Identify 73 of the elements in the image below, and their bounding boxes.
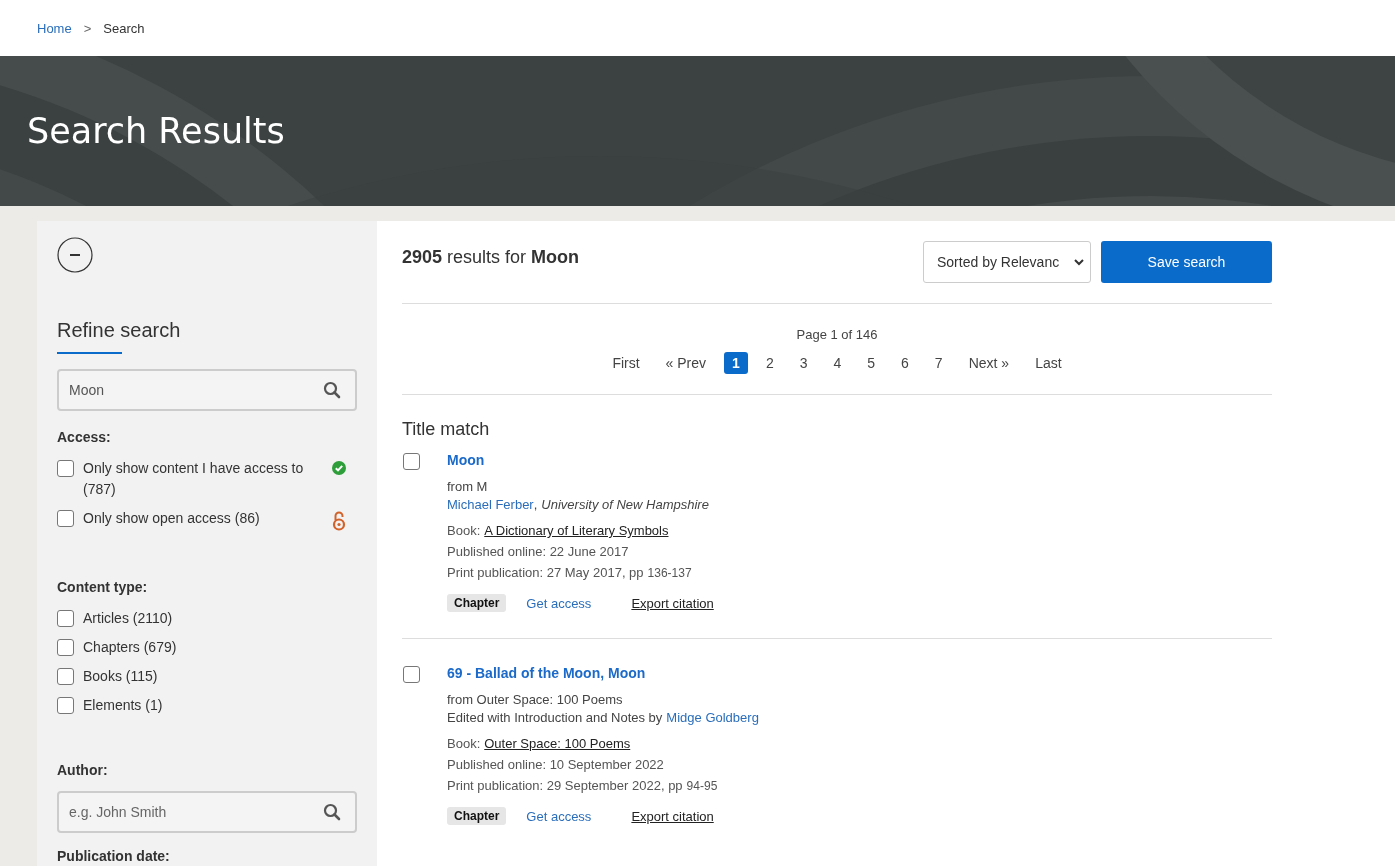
sidebar-heading: Refine search — [57, 319, 182, 342]
filter-label: Only show open access (86) — [83, 509, 261, 528]
section-heading: Title match — [402, 419, 491, 440]
open-lock-icon — [332, 511, 346, 531]
comma-text: , — [533, 496, 538, 514]
breadcrumb-separator: > — [83, 20, 92, 36]
author-link[interactable]: Michael Ferber — [447, 496, 534, 514]
pagination-link[interactable]: Last — [1027, 352, 1070, 374]
filter-label: Chapters (679) — [83, 638, 178, 657]
checkbox[interactable] — [57, 639, 74, 656]
filter-label: Elements (1) — [83, 696, 164, 715]
pagination-link[interactable]: 7 — [926, 352, 951, 374]
filter-label: Only show content I have access to (787) — [83, 459, 305, 499]
source-text: from Outer Space: 100 Poems — [447, 691, 624, 709]
export-citation-link[interactable]: Export citation — [631, 595, 714, 611]
pagination-link[interactable]: Next » — [960, 352, 1018, 374]
checkbox[interactable] — [57, 610, 74, 627]
checkbox[interactable] — [57, 668, 74, 685]
search-icon — [323, 381, 341, 399]
result-title-link[interactable]: Moon — [447, 452, 714, 468]
credit-text: Edited with Introduction and Notes by — [447, 709, 663, 727]
content-type-tag: Chapter — [447, 594, 507, 612]
pagination-link[interactable]: « Prev — [657, 352, 715, 374]
search-icon — [323, 803, 341, 821]
results-summary: 2905 results for Moon — [402, 247, 581, 268]
book-label: Book: — [447, 522, 481, 540]
get-access-link[interactable]: Get access — [526, 595, 592, 611]
book-label: Book: — [447, 735, 481, 753]
filter-label: Books (115) — [83, 667, 159, 686]
pagination-link[interactable]: 2 — [757, 352, 782, 374]
page-info: Page 1 of 146 — [795, 327, 879, 342]
export-citation-link[interactable]: Export citation — [631, 808, 714, 824]
pagination-link[interactable]: 6 — [893, 352, 917, 374]
get-access-link[interactable]: Get access — [526, 808, 592, 824]
pagination-link[interactable]: First — [604, 352, 648, 374]
breadcrumb-current: Search — [103, 20, 145, 36]
breadcrumb-link[interactable]: Home — [37, 20, 72, 36]
author-link[interactable]: Midge Goldberg — [666, 709, 759, 727]
pagination-link[interactable]: 1 — [724, 352, 748, 374]
chevron-down-icon — [1074, 258, 1084, 266]
save-search-button[interactable]: Save search — [1101, 241, 1272, 283]
source-text: from M — [447, 478, 489, 496]
published-date: Published online: 10 September 2022 — [447, 756, 665, 774]
checkbox[interactable] — [403, 453, 420, 470]
author-field[interactable]: e.g. John Smith — [57, 791, 357, 833]
checkbox[interactable] — [57, 460, 74, 477]
filter-heading: Publication date: — [57, 848, 171, 864]
checkbox[interactable] — [57, 510, 74, 527]
book-link[interactable]: A Dictionary of Literary Symbols — [484, 520, 669, 541]
page-range: 94-95 — [686, 779, 718, 793]
page-range: 136-137 — [647, 566, 692, 580]
sort-dropdown[interactable]: Sorted by Relevanc — [923, 241, 1091, 283]
checkbox[interactable] — [403, 666, 420, 683]
filter-heading: Content type: — [57, 579, 149, 595]
filter-label: Articles (2110) — [83, 609, 174, 628]
pagination-link[interactable]: 5 — [859, 352, 884, 374]
pagination-link[interactable]: 3 — [791, 352, 816, 374]
checkbox[interactable] — [57, 697, 74, 714]
check-circle-icon — [332, 461, 346, 475]
collapse-button[interactable] — [57, 237, 93, 273]
print-date: Print publication: 27 May 2017, pp — [447, 565, 644, 580]
content-type-tag: Chapter — [447, 807, 507, 825]
affiliation-text: University of New Hampshire — [541, 496, 709, 514]
pagination-link[interactable]: 4 — [825, 352, 850, 374]
book-link[interactable]: Outer Space: 100 Poems — [484, 733, 631, 754]
published-date: Published online: 22 June 2017 — [447, 543, 630, 561]
page-title: Search Results — [27, 111, 285, 151]
print-date: Print publication: 29 September 2022, pp — [447, 778, 683, 793]
minus-icon — [57, 237, 93, 273]
search-field[interactable]: Moon — [57, 369, 357, 411]
result-title-link[interactable]: 69 - Ballad of the Moon, Moon — [447, 665, 759, 681]
filter-heading: Access: — [57, 429, 112, 445]
filter-heading: Author: — [57, 762, 109, 778]
